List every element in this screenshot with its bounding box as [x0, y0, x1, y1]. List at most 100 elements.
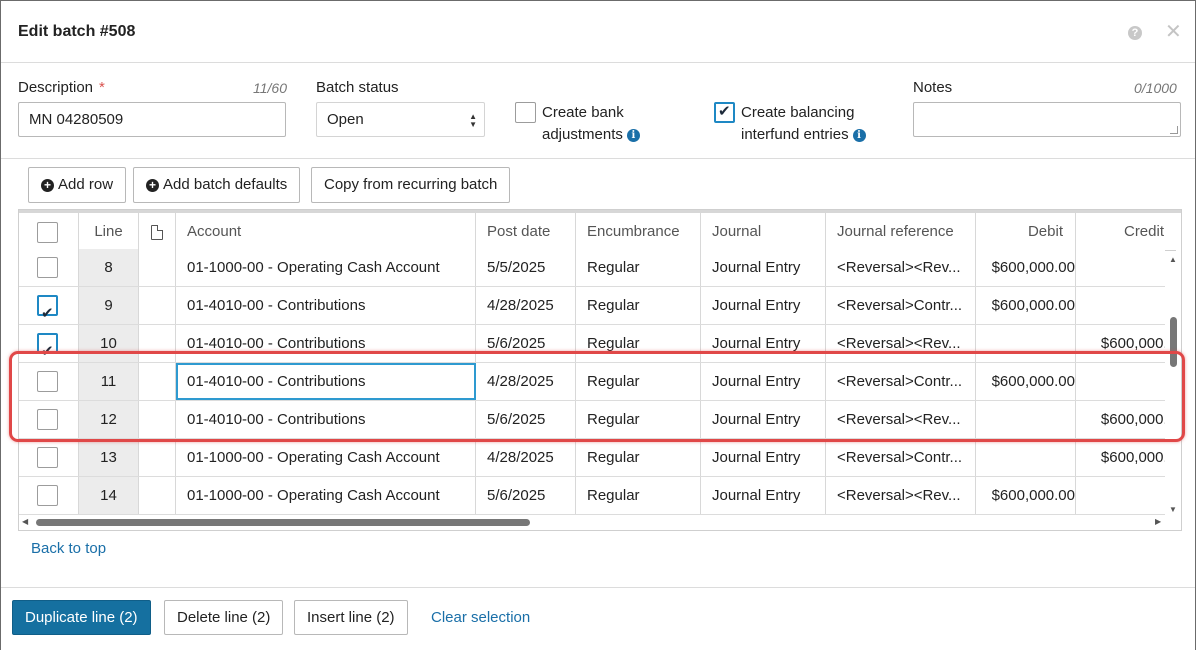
table-row[interactable]: 13 01-1000-00 - Operating Cash Account 4/2… — [19, 439, 1176, 477]
attachment-cell[interactable] — [139, 287, 176, 324]
attachment-cell[interactable] — [139, 439, 176, 476]
column-header-journal-reference[interactable]: Journal reference — [826, 213, 976, 251]
column-header-attachment[interactable] — [139, 213, 176, 251]
select-all-checkbox[interactable] — [37, 222, 58, 243]
encumbrance-cell[interactable]: Regular — [576, 249, 701, 286]
create-balancing-entries-label: Create balancing interfund entries i — [741, 102, 866, 146]
debit-cell[interactable]: $600,000.00 — [976, 477, 1076, 514]
journal-reference-cell[interactable]: <Reversal><Rev... — [826, 249, 976, 286]
description-label: Description * — [18, 79, 105, 96]
select-all-header — [19, 213, 79, 251]
account-cell[interactable]: 01-1000-00 - Operating Cash Account — [176, 249, 476, 286]
dialog-header: Edit batch #508 ? ✕ — [1, 1, 1195, 63]
required-mark: * — [99, 79, 105, 96]
encumbrance-cell[interactable]: Regular — [576, 287, 701, 324]
post-date-cell[interactable]: 5/6/2025 — [476, 477, 576, 514]
plus-circle-icon: + — [41, 179, 54, 192]
post-date-cell[interactable]: 4/28/2025 — [476, 439, 576, 476]
create-bank-adjustments-label: Create bank adjustments i — [542, 102, 640, 146]
table-row[interactable]: 14 01-1000-00 - Operating Cash Account 5/6… — [19, 477, 1165, 515]
credit-cell[interactable] — [1076, 249, 1176, 286]
select-arrows-icon: ▲ ▼ — [469, 112, 477, 129]
divider — [1, 158, 1195, 159]
attachment-cell[interactable] — [139, 477, 176, 514]
journal-cell[interactable]: Journal Entry — [701, 477, 826, 514]
delete-line-button[interactable]: Delete line (2) — [164, 600, 284, 635]
description-input[interactable] — [18, 102, 286, 137]
row-select-cell[interactable]: ✔ — [19, 287, 79, 324]
row-select-cell[interactable] — [19, 477, 79, 514]
add-row-button[interactable]: + Add row — [28, 167, 127, 203]
debit-cell[interactable] — [976, 439, 1076, 476]
close-icon[interactable]: ✕ — [1165, 20, 1182, 44]
table-row[interactable]: ✔ 9 01-4010-00 - Contributions 4/28/2025 Reg… — [19, 287, 1165, 325]
scroll-right-icon[interactable]: ▶ — [1155, 517, 1161, 526]
scroll-down-icon[interactable]: ▼ — [1169, 505, 1177, 514]
post-date-cell[interactable]: 5/5/2025 — [476, 249, 576, 286]
line-number-cell[interactable]: 13 — [79, 439, 139, 476]
help-icon[interactable]: ? — [1128, 26, 1142, 40]
column-header-line[interactable]: Line — [79, 213, 139, 251]
info-icon[interactable]: i — [626, 129, 640, 142]
credit-cell[interactable] — [1076, 287, 1176, 324]
checkmark-icon: ✔ — [41, 305, 54, 322]
journal-cell[interactable]: Journal Entry — [701, 249, 826, 286]
scroll-up-icon[interactable]: ▲ — [1169, 255, 1177, 264]
line-number-cell[interactable]: 8 — [79, 249, 139, 286]
notes-label: Notes — [913, 79, 953, 96]
encumbrance-cell[interactable]: Regular — [576, 477, 701, 514]
column-header-debit[interactable]: Debit — [976, 213, 1076, 251]
line-number-cell[interactable]: 9 — [79, 287, 139, 324]
insert-line-button[interactable]: Insert line (2) — [294, 600, 408, 635]
info-icon[interactable]: i — [852, 129, 866, 142]
column-header-credit[interactable]: Credit — [1076, 213, 1176, 251]
column-header-post-date[interactable]: Post date — [476, 213, 576, 251]
resize-grip-icon[interactable] — [1170, 126, 1178, 134]
add-batch-defaults-button[interactable]: + Add batch defaults — [133, 167, 301, 203]
debit-cell[interactable]: $600,000.00 — [976, 287, 1076, 324]
batch-status-label: Batch status — [316, 79, 399, 96]
clear-selection-link[interactable]: Clear selection — [431, 609, 530, 626]
account-cell[interactable]: 01-4010-00 - Contributions — [176, 287, 476, 324]
account-cell[interactable]: 01-1000-00 - Operating Cash Account — [176, 439, 476, 476]
journal-cell[interactable]: Journal Entry — [701, 439, 826, 476]
row-checkbox[interactable] — [37, 257, 58, 278]
highlight-annotation — [9, 351, 1185, 442]
notes-counter: 0/1000 — [1134, 80, 1177, 96]
notes-textarea[interactable] — [913, 102, 1181, 137]
line-number-cell[interactable]: 14 — [79, 477, 139, 514]
row-checkbox[interactable] — [37, 485, 58, 506]
batch-status-value: Open — [327, 111, 364, 128]
horizontal-scroll-thumb[interactable] — [36, 519, 530, 526]
duplicate-line-button[interactable]: Duplicate line (2) — [12, 600, 151, 635]
row-checkbox[interactable] — [37, 447, 58, 468]
column-header-encumbrance[interactable]: Encumbrance — [576, 213, 701, 251]
encumbrance-cell[interactable]: Regular — [576, 439, 701, 476]
row-select-cell[interactable] — [19, 249, 79, 286]
copy-recurring-batch-button[interactable]: Copy from recurring batch — [311, 167, 511, 203]
table-row[interactable]: 8 01-1000-00 - Operating Cash Account 5/5/… — [19, 249, 1165, 287]
row-select-cell[interactable] — [19, 439, 79, 476]
account-cell[interactable]: 01-1000-00 - Operating Cash Account — [176, 477, 476, 514]
create-bank-adjustments-checkbox[interactable] — [515, 102, 536, 123]
horizontal-scrollbar[interactable]: ◀ ▶ — [19, 516, 1181, 530]
journal-reference-cell[interactable]: <Reversal><Rev... — [826, 477, 976, 514]
column-header-journal[interactable]: Journal — [701, 213, 826, 251]
attachment-cell[interactable] — [139, 249, 176, 286]
post-date-cell[interactable]: 4/28/2025 — [476, 287, 576, 324]
plus-circle-icon: + — [146, 179, 159, 192]
credit-cell[interactable] — [1076, 477, 1176, 514]
batch-status-select[interactable]: Open ▲ ▼ — [316, 102, 485, 137]
edit-batch-dialog: Edit batch #508 ? ✕ Description* 11/60 B… — [0, 0, 1196, 650]
journal-reference-cell[interactable]: <Reversal>Contr... — [826, 287, 976, 324]
column-header-account[interactable]: Account — [176, 213, 476, 251]
journal-reference-cell[interactable]: <Reversal>Contr... — [826, 439, 976, 476]
debit-cell[interactable]: $600,000.00 — [976, 249, 1076, 286]
journal-cell[interactable]: Journal Entry — [701, 287, 826, 324]
scroll-left-icon[interactable]: ◀ — [22, 517, 28, 526]
create-balancing-entries-checkbox[interactable]: ✔ — [714, 102, 735, 123]
back-to-top-link[interactable]: Back to top — [31, 540, 106, 557]
credit-cell[interactable]: $600,000.0 — [1076, 439, 1176, 476]
row-checkbox[interactable]: ✔ — [37, 295, 58, 322]
dialog-footer: Duplicate line (2) Delete line (2) Inser… — [1, 587, 1195, 650]
